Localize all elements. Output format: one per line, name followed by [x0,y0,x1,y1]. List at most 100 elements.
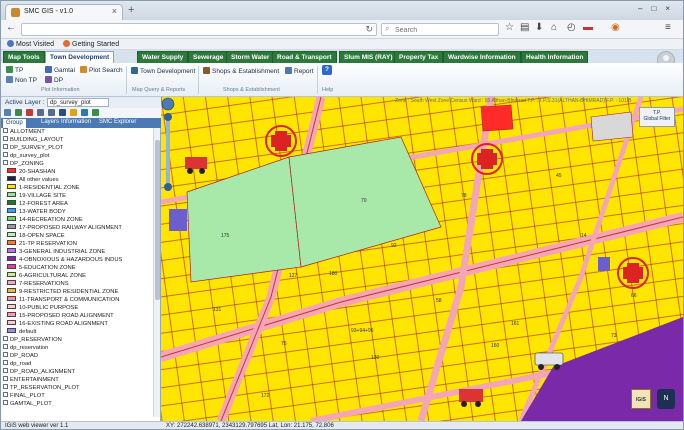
dp-button[interactable]: DP [45,76,63,84]
addon-icon[interactable]: ◉ [611,22,620,33]
tab-storm-water[interactable]: Storm Water [226,51,275,63]
firefox-icon [63,40,70,47]
zoom-slider-track[interactable] [166,113,170,191]
tp-button[interactable]: TP [6,66,23,74]
zoom-out-icon[interactable] [164,183,172,191]
plot-search-button[interactable]: Plot Search [80,66,123,74]
tab-information[interactable]: Information [61,119,91,125]
tab-town-development[interactable]: Town Development [45,51,115,63]
layer-checkbox[interactable] [3,368,8,373]
add-layer-icon[interactable] [15,109,22,116]
home-icon[interactable]: ⌂ [551,22,557,33]
layer-item[interactable]: FINAL_PLOT [3,392,45,400]
layer-item[interactable]: dp_reservation [3,344,48,352]
layer-checkbox[interactable] [3,160,8,165]
bookmark-most-visited[interactable]: Most Visited [7,40,54,48]
legend-item: 10-PUBLIC PURPOSE [7,304,78,312]
bookmark-getting-started[interactable]: Getting Started [63,40,119,48]
layer-checkbox[interactable] [3,336,8,341]
pan-control-icon[interactable] [161,97,175,111]
tab-road-transport[interactable]: Road & Transport [272,51,337,63]
layer-checkbox[interactable] [3,144,8,149]
layer-item[interactable]: dp_road [3,360,31,368]
download-icon[interactable]: ⬇ [535,22,543,33]
label-icon[interactable] [70,109,77,116]
layer-checkbox[interactable] [3,344,8,349]
move-up-icon[interactable] [37,109,44,116]
global-filter-label: T.P. Global Filter [643,110,671,122]
layer-checkbox[interactable] [3,136,8,141]
shops-establishment-button[interactable]: Shops & Establishment [203,67,279,75]
legend-swatch [7,232,16,237]
layer-checkbox[interactable] [3,384,8,389]
layer-checkbox[interactable] [3,128,8,133]
tab-wardwise-information[interactable]: Wardwise Information [443,51,521,63]
scrollbar-thumb[interactable] [155,140,160,300]
layer-item[interactable]: DP_ROAD_ALIGNMENT [3,368,75,376]
tab-sewerage[interactable]: Sewerage [188,51,229,63]
reload-icon[interactable]: ↻ [365,24,373,35]
plot-number-label: 75 [281,341,287,347]
legend-item: 20-SHASHAN [7,168,55,176]
style-icon[interactable] [59,109,66,116]
tab-water-supply[interactable]: Water Supply [137,51,189,63]
zoom-layer-icon[interactable] [81,109,88,116]
zoom-control[interactable] [161,97,175,197]
back-arrow-icon[interactable]: ← [6,22,16,33]
remove-layer-icon[interactable] [26,109,33,116]
clipboard-icon[interactable]: ▤ [520,22,529,33]
layer-item[interactable]: dp_survey_plot [3,152,49,160]
layer-checkbox[interactable] [3,400,8,405]
url-bar[interactable]: ↻ [21,23,377,36]
refresh-icon[interactable] [92,109,99,116]
move-down-icon[interactable] [48,109,55,116]
bookmark-label: Most Visited [16,41,54,48]
menu-icon[interactable]: ≡ [665,22,671,33]
non-tp-button[interactable]: Non TP [6,76,37,84]
layer-checkbox[interactable] [3,152,8,157]
star-icon[interactable]: ☆ [505,22,514,33]
layer-list-icon[interactable] [4,109,11,116]
search-box[interactable]: ⌕ [381,23,499,36]
map-canvas[interactable]: 175 70 127 180 131 92 93+94+96 130 58 172 160 161 14… [161,97,683,421]
layer-checkbox[interactable] [3,360,8,365]
layer-item[interactable]: DP_RESERVATION [3,336,62,344]
zoom-in-icon[interactable] [164,113,172,121]
active-layer-select[interactable]: dp_survey_plot [47,98,109,107]
new-tab-icon[interactable]: + [128,4,134,16]
search-input[interactable] [395,25,495,35]
ribbon-separator [317,66,318,94]
tab-slum-mis[interactable]: Slum MIS (RAY) [339,51,398,63]
layer-item[interactable]: ALLOTMENT [3,128,45,136]
report-button[interactable]: Report [285,67,314,75]
history-icon[interactable]: ◴ [567,22,576,33]
layer-checkbox[interactable] [3,376,8,381]
tab-health-information[interactable]: Health Information [521,51,589,63]
layer-checkbox[interactable] [3,352,8,357]
gamtal-button[interactable]: Gamtal [45,66,75,74]
layer-item[interactable]: BUILDING_LAYOUT [3,136,63,144]
flag-icon[interactable]: ▬ [583,22,593,33]
layer-item[interactable]: GAMTAL_PLOT [3,400,52,408]
tab-property-tax[interactable]: Property Tax [394,51,444,63]
tab-layers[interactable]: Layers [41,119,59,125]
layer-item[interactable]: DP_ROAD [3,352,38,360]
tab-group[interactable]: Group [3,119,26,128]
town-development-button[interactable]: Town Development [131,67,195,75]
help-button[interactable]: ? [322,65,332,75]
legend-swatch [7,328,16,333]
layer-item[interactable]: DP_SURVEY_PLOT [3,144,63,152]
plot-number-label: 131 [213,307,222,313]
layer-item[interactable]: ENTERTAINMENT [3,376,59,384]
layer-list-scrollbar[interactable] [153,128,160,417]
window-controls[interactable]: –□× [638,4,679,13]
legend-item: 1-RESIDENTIAL ZONE [7,184,80,192]
browser-tab[interactable]: SMC GIS - v1.0 × [5,4,123,20]
global-filter-button[interactable]: T.P. Global Filter [639,107,675,127]
close-tab-icon[interactable]: × [112,6,117,16]
layer-item[interactable]: TP_RESERVATION_PLOT [3,384,80,392]
layer-item[interactable]: DP_ZONING [3,160,44,168]
tab-smc-explorer[interactable]: SMC Explorer [99,119,136,125]
tab-map-tools[interactable]: Map Tools [3,51,45,63]
layer-checkbox[interactable] [3,392,8,397]
